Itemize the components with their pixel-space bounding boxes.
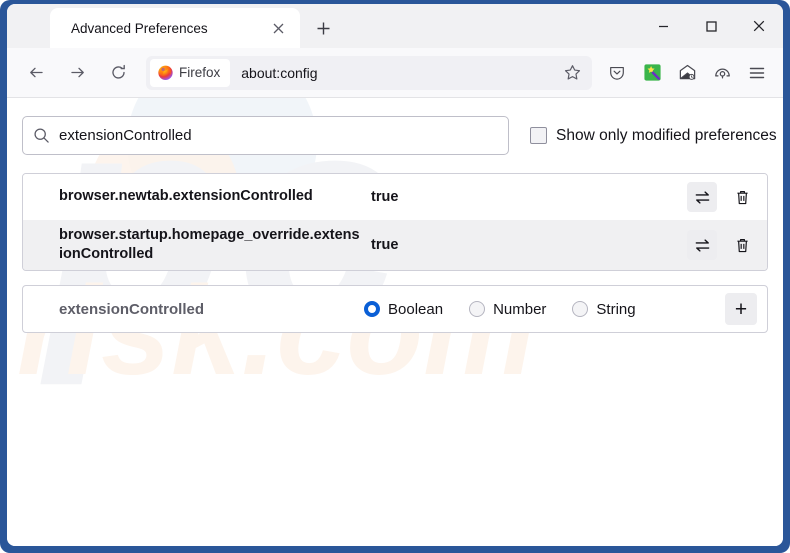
add-preference-button[interactable]: + — [725, 293, 757, 326]
search-icon — [33, 127, 50, 144]
new-pref-name: extensionControlled — [59, 300, 205, 318]
address-bar[interactable]: Firefox about:config — [146, 55, 592, 90]
show-modified-checkbox[interactable] — [530, 127, 547, 144]
star-icon[interactable] — [558, 59, 586, 87]
about-config-page: pc risk.com extensionControlled — [7, 98, 783, 546]
toggle-arrows-icon[interactable] — [687, 182, 717, 212]
new-pref-type-group: Boolean Number String — [364, 301, 725, 318]
radio-string[interactable]: String — [572, 300, 636, 318]
add-preference-row: extensionControlled Boolean Number Strin… — [22, 285, 768, 334]
radio-boolean-label: Boolean — [388, 300, 444, 318]
preferences-list: browser.newtab.extensionControlled true — [22, 173, 768, 272]
radio-string-dot[interactable] — [572, 301, 589, 318]
browser-window: Advanced Preferences Firefox about:confi… — [0, 0, 790, 553]
tab-title: Advanced Preferences — [71, 20, 208, 36]
maximize-button[interactable] — [687, 4, 735, 48]
close-button[interactable] — [735, 4, 783, 48]
close-icon[interactable] — [266, 16, 290, 40]
mail-envelope-icon[interactable] — [671, 57, 703, 89]
show-modified-label: Show only modified preferences — [556, 126, 777, 144]
row-actions — [687, 230, 757, 261]
firefox-logo-icon — [158, 65, 173, 80]
tab-advanced-preferences[interactable]: Advanced Preferences — [50, 8, 300, 48]
pref-name: browser.startup.homepage_override.extens… — [59, 227, 360, 263]
firefox-identity-chip[interactable]: Firefox — [150, 58, 231, 87]
window-controls — [639, 4, 783, 48]
search-input-value: extensionControlled — [59, 127, 192, 144]
table-row[interactable]: browser.newtab.extensionControlled true — [23, 174, 767, 220]
pref-name: browser.newtab.extensionControlled — [59, 188, 313, 205]
page-body: extensionControlled Show only modified p… — [7, 98, 783, 334]
radio-number-label: Number — [493, 300, 547, 318]
radio-boolean[interactable]: Boolean — [364, 301, 443, 318]
pref-value: true — [371, 189, 399, 205]
url-text: about:config — [241, 64, 318, 81]
radio-number-dot[interactable] — [469, 301, 486, 318]
minimize-button[interactable] — [639, 4, 687, 48]
back-arrow-icon[interactable] — [19, 56, 53, 90]
tab-strip: Advanced Preferences — [7, 4, 783, 48]
table-row[interactable]: browser.startup.homepage_override.extens… — [23, 220, 767, 271]
row-actions — [687, 182, 757, 212]
radio-number[interactable]: Number — [469, 301, 546, 318]
trash-icon[interactable] — [727, 182, 757, 212]
navigation-toolbar: Firefox about:config — [7, 48, 783, 98]
radio-string-label: String — [596, 300, 636, 318]
hamburger-menu-icon[interactable] — [741, 57, 773, 89]
search-input[interactable]: extensionControlled — [22, 116, 509, 155]
browser-window-inner: Advanced Preferences Firefox about:confi… — [7, 4, 783, 546]
show-modified-filter[interactable]: Show only modified preferences — [530, 127, 777, 145]
toggle-arrows-icon[interactable] — [687, 230, 717, 261]
radio-boolean-dot[interactable] — [364, 301, 380, 318]
pocket-icon[interactable] — [601, 57, 633, 89]
firefox-chip-label: Firefox — [179, 65, 221, 80]
trash-icon[interactable] — [727, 230, 757, 260]
forward-arrow-icon[interactable] — [60, 56, 94, 90]
pref-value: true — [371, 237, 399, 254]
search-row: extensionControlled Show only modified p… — [22, 116, 777, 155]
extension-magicwand-icon[interactable] — [636, 57, 668, 89]
account-sync-icon[interactable] — [706, 57, 738, 89]
reload-icon[interactable] — [101, 56, 135, 90]
plus-icon[interactable] — [308, 13, 338, 43]
